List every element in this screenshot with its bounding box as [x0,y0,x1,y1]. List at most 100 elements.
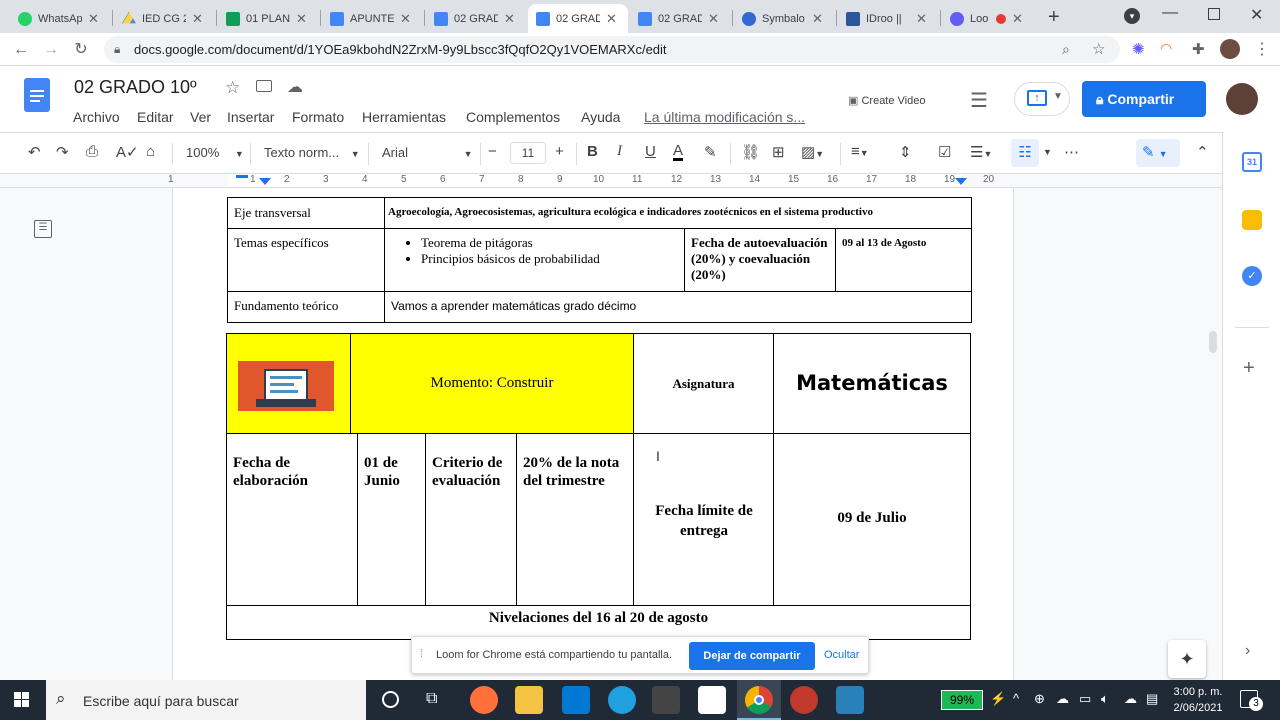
extension-icon[interactable]: ◠ [1160,40,1172,57]
close-tab-icon[interactable]: ✕ [400,11,411,27]
zoom-icon[interactable]: ⌕ [1062,36,1070,63]
task-view-icon[interactable]: ⧉ [426,690,437,708]
add-addon-icon[interactable]: + [1243,357,1255,380]
fecha-auto-label[interactable]: Fecha de autoevaluación (20%) y coevalua… [684,228,836,292]
redo-icon[interactable]: ↷ [56,143,69,161]
fundamento-label[interactable]: Fundamento teórico [227,291,385,323]
asignatura-label[interactable]: Asignatura [634,334,774,433]
google-docs-logo-icon[interactable] [24,78,50,112]
add-comment-icon[interactable]: ⊞ [772,143,785,161]
font-family-select[interactable]: Arial ▼ [382,145,473,160]
chrome-taskbar-button[interactable] [737,680,781,720]
bookmark-star-icon[interactable]: ☆ [1092,36,1105,63]
share-button[interactable]: 🔒︎ Compartir [1082,81,1206,117]
spellcheck-icon[interactable]: A✓ [116,143,139,161]
power-icon[interactable]: ⚡ [990,691,1006,707]
print-icon[interactable]: ⎙ [86,143,98,160]
move-folder-icon[interactable] [256,80,272,92]
fecha-elab-value[interactable]: 01 de Junio [358,434,426,605]
back-arrow-icon[interactable]: ← [10,39,32,61]
insert-link-icon[interactable]: ⛓ [741,143,760,161]
italic-icon[interactable]: I [617,143,622,160]
notifications-icon[interactable]: 3 [1240,690,1263,711]
cortana-icon[interactable] [382,691,399,708]
explore-button[interactable]: ✦ [1168,640,1206,678]
app-icon[interactable] [790,686,818,714]
tray-icon[interactable]: ⊕ [1034,691,1045,707]
comment-history-icon[interactable]: ☰ [970,88,988,113]
minimize-button[interactable]: — [1162,4,1178,22]
tab-drive[interactable]: IED CG 2 ✕ [114,4,214,33]
criterio-value[interactable]: 20% de la nota del trimestre [517,434,634,605]
download-cloud-icon[interactable]: ☁︎ [1124,691,1137,707]
text-color-icon[interactable]: A [673,143,684,161]
menu-ver[interactable]: Ver [190,109,211,125]
menu-ayuda[interactable]: Ayuda [581,109,620,125]
expand-panel-icon[interactable]: › [1245,642,1250,660]
font-size-input[interactable]: 11 [510,142,546,164]
fecha-limite-value[interactable]: 09 de Julio [774,434,970,605]
fecha-elab-label[interactable]: Fecha de elaboración [227,434,358,605]
close-tab-icon[interactable]: ✕ [708,11,719,27]
present-button[interactable]: ↑ ▼ [1014,82,1070,116]
close-tab-icon[interactable]: ✕ [504,11,515,27]
bold-icon[interactable]: B [587,143,598,160]
fecha-auto-value[interactable]: 09 al 13 de Agosto [835,228,972,292]
insert-image-icon[interactable]: ▨▼ [801,143,824,161]
close-tab-icon[interactable]: ✕ [812,11,823,27]
tab-search-button[interactable]: ▾ [1124,8,1140,24]
tab-doc-grado-active[interactable]: 02 GRAD ✕ [528,4,628,33]
nivelaciones-row[interactable]: Nivelaciones del 16 al 20 de agosto [227,606,970,639]
app-icon[interactable] [698,686,726,714]
menu-complementos[interactable]: Complementos [466,109,560,125]
close-tab-icon[interactable]: ✕ [192,11,203,27]
zoom-select[interactable]: 100% ▼ [186,145,244,160]
fecha-limite-cell[interactable]: I Fecha límite de entrega [634,434,774,605]
new-tab-button[interactable]: + [1048,6,1060,29]
stop-sharing-button[interactable]: Dejar de compartir [689,642,815,670]
app-icon[interactable] [836,686,864,714]
file-explorer-icon[interactable] [515,686,543,714]
tab-loom[interactable]: Loo ✕ [942,4,1038,33]
menu-editar[interactable]: Editar [137,109,174,125]
momento-image-cell[interactable] [227,334,351,433]
temas-label[interactable]: Temas específicos [227,228,385,292]
increase-font-size-button[interactable]: + [555,143,564,160]
more-options-icon[interactable]: ⋯ [1064,143,1079,161]
eje-value[interactable]: Agroecología, Agroecosistemas, agricultu… [384,197,972,229]
document-outline-icon[interactable]: ☰ [34,220,52,238]
close-tab-icon[interactable]: ✕ [88,11,99,27]
underline-icon[interactable]: U [645,143,656,160]
eje-label[interactable]: Eje transversal [227,197,385,229]
onedrive-icon[interactable]: ☁︎ [1056,691,1069,707]
store-icon[interactable] [652,686,680,714]
tab-idroo[interactable]: IDroo || ✕ [838,4,938,33]
close-tab-icon[interactable]: ✕ [916,11,927,27]
close-tab-icon[interactable]: ✕ [606,11,617,27]
decrease-font-size-button[interactable]: − [488,143,497,160]
asignatura-value[interactable]: Matemáticas [774,334,970,433]
volume-icon[interactable]: 🔈︎ [1101,691,1109,707]
momento-label[interactable]: Momento: Construir [351,334,634,433]
editing-mode-button[interactable]: ✎ ▼ [1136,139,1180,167]
edge-icon[interactable] [608,686,636,714]
menu-herramientas[interactable]: Herramientas [362,109,446,125]
tab-doc-apuntes[interactable]: APUNTE ✕ [322,4,422,33]
forward-arrow-icon[interactable]: → [40,39,62,61]
highlight-icon[interactable]: ✎ [704,143,717,161]
loom-extension-icon[interactable]: ✺ [1132,40,1145,58]
cloud-saved-icon[interactable]: ☁︎ [287,77,303,97]
extensions-puzzle-icon[interactable]: ✚ [1192,40,1205,58]
numbered-list-icon[interactable]: ☷ [1011,139,1039,167]
windows-start-icon[interactable] [14,692,30,708]
battery-icon[interactable]: ▭ [1079,691,1091,707]
undo-icon[interactable]: ↶ [28,143,41,161]
left-indent-marker[interactable] [259,178,271,185]
keep-icon[interactable] [1242,210,1262,230]
profile-avatar[interactable] [1220,39,1240,59]
close-window-button[interactable]: ✕ [1250,5,1263,25]
calendar-icon[interactable]: 31 [1242,152,1262,172]
paragraph-style-select[interactable]: Texto norm... ▼ [264,145,360,160]
close-tab-icon[interactable]: ✕ [1012,11,1023,27]
first-line-indent-marker[interactable] [236,175,248,178]
